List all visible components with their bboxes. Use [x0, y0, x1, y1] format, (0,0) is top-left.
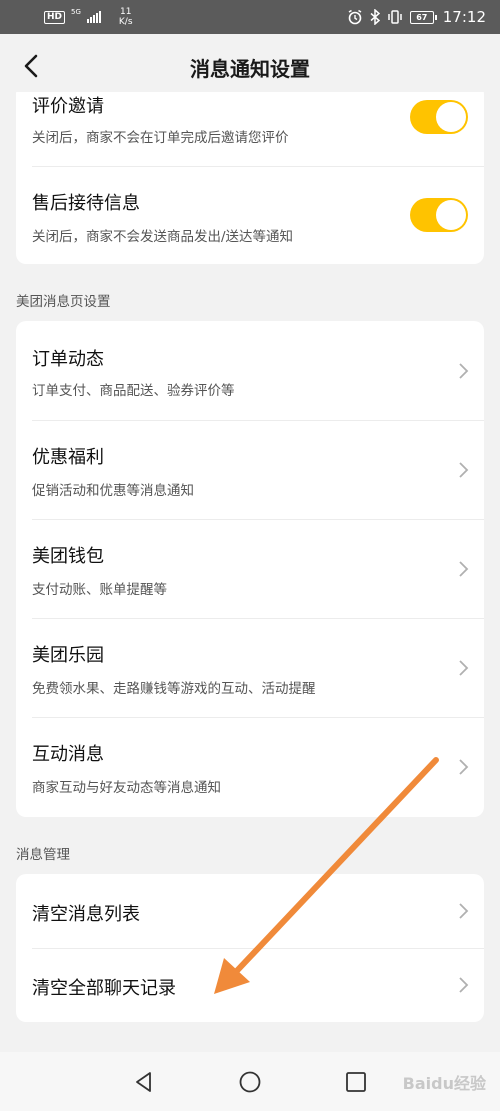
- setting-row-interaction[interactable]: 互动消息 商家互动与好友动态等消息通知: [16, 718, 484, 817]
- nav-back-icon[interactable]: [132, 1070, 156, 1094]
- nav-home-icon[interactable]: [238, 1070, 262, 1094]
- setting-row-paradise[interactable]: 美团乐园 免费领水果、走路赚钱等游戏的互动、活动提醒: [16, 619, 484, 718]
- card-message-management: 清空消息列表 清空全部聊天记录: [16, 874, 484, 1022]
- row-title: 售后接待信息: [32, 193, 140, 214]
- vibrate-icon: [388, 10, 402, 24]
- setting-row-order-updates[interactable]: 订单动态 订单支付、商品配送、验券评价等: [16, 321, 484, 420]
- row-description: 支付动账、账单提醒等: [32, 582, 167, 598]
- clear-all-chats-row[interactable]: 清空全部聊天记录: [16, 949, 484, 1022]
- network-type: 5G: [71, 8, 81, 16]
- chevron-right-icon: [459, 561, 469, 577]
- chevron-right-icon: [459, 462, 469, 478]
- hd-indicator: HD: [44, 10, 66, 24]
- row-title: 优惠福利: [32, 447, 104, 468]
- watermark: Baidu经验: [402, 1074, 486, 1093]
- status-bar: HD 5G 11 K/s 67 17:12: [0, 0, 500, 34]
- row-title: 订单动态: [32, 349, 104, 370]
- setting-row-after-sales: 售后接待信息 关闭后，商家不会发送商品发出/送达等通知: [16, 167, 484, 264]
- toggle-knob: [436, 102, 466, 132]
- row-title: 美团乐园: [32, 645, 104, 666]
- section-label-meituan: 美团消息页设置: [16, 294, 111, 310]
- nav-recents-icon[interactable]: [344, 1070, 368, 1094]
- chevron-right-icon: [459, 759, 469, 775]
- chevron-right-icon: [459, 363, 469, 379]
- row-description: 关闭后，商家不会在订单完成后邀请您评价: [32, 130, 289, 146]
- row-title: 清空全部聊天记录: [32, 978, 176, 999]
- row-title: 美团钱包: [32, 546, 104, 567]
- row-description: 关闭后，商家不会发送商品发出/送达等通知: [32, 229, 294, 245]
- row-description: 订单支付、商品配送、验券评价等: [32, 383, 235, 399]
- alarm-icon: [348, 9, 362, 25]
- setting-row-promotions[interactable]: 优惠福利 促销活动和优惠等消息通知: [16, 421, 484, 520]
- card-order-notifications: 评价邀请 关闭后，商家不会在订单完成后邀请您评价 售后接待信息 关闭后，商家不会…: [16, 84, 484, 264]
- header-overlay: 消息通知设置: [0, 34, 500, 100]
- bluetooth-icon: [370, 9, 380, 25]
- row-title: 清空消息列表: [32, 904, 140, 925]
- section-label-manage: 消息管理: [16, 847, 70, 863]
- battery-icon: 67: [409, 10, 437, 24]
- page-title: 消息通知设置: [190, 57, 310, 81]
- card-meituan-settings: 订单动态 订单支付、商品配送、验券评价等 优惠福利 促销活动和优惠等消息通知 美…: [16, 321, 484, 817]
- chevron-right-icon: [459, 977, 469, 993]
- chevron-right-icon: [459, 660, 469, 676]
- row-title: 互动消息: [32, 744, 104, 765]
- review-invite-toggle[interactable]: [410, 100, 468, 134]
- row-description: 免费领水果、走路赚钱等游戏的互动、活动提醒: [32, 681, 316, 697]
- setting-row-wallet[interactable]: 美团钱包 支付动账、账单提醒等: [16, 520, 484, 619]
- clear-message-list-row[interactable]: 清空消息列表: [16, 874, 484, 948]
- after-sales-toggle[interactable]: [410, 198, 468, 232]
- signal-icon: [86, 11, 101, 23]
- status-time: 17:12: [442, 8, 486, 26]
- chevron-right-icon: [459, 903, 469, 919]
- row-description: 商家互动与好友动态等消息通知: [32, 780, 221, 796]
- row-description: 促销活动和优惠等消息通知: [32, 483, 194, 499]
- network-speed: 11 K/s: [118, 7, 133, 27]
- toggle-knob: [436, 200, 466, 230]
